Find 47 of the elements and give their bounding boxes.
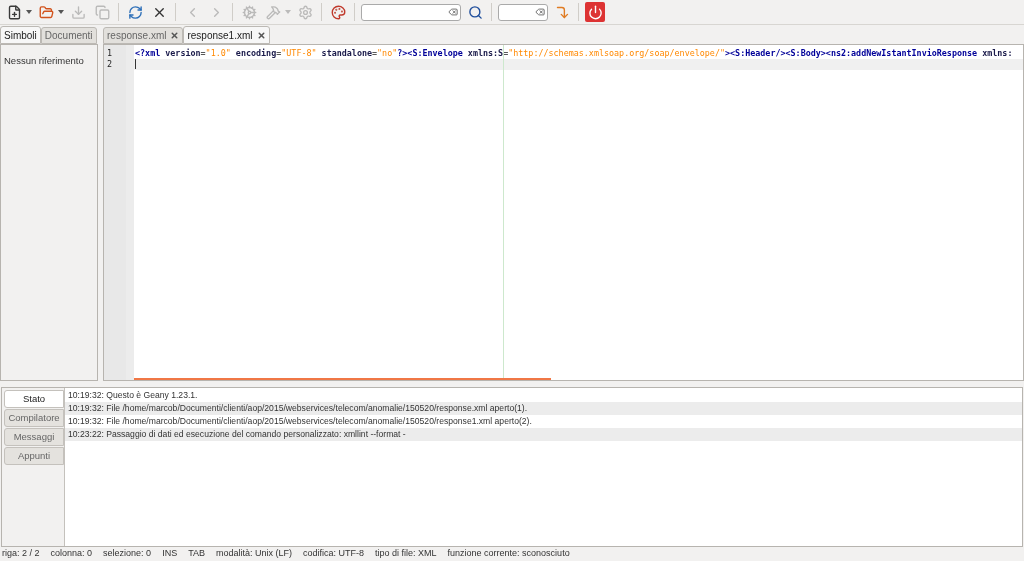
close-tab-icon[interactable] — [170, 31, 180, 40]
line-number: 1 — [106, 48, 114, 59]
status-field: funzione corrente: sconosciuto — [447, 547, 570, 561]
status-field: modalità: Unix (LF) — [216, 547, 292, 561]
message-tab[interactable]: Compilatore — [4, 409, 64, 427]
search-icon — [467, 4, 483, 20]
new-file-icon — [6, 4, 22, 20]
message-tab[interactable]: Messaggi — [4, 428, 64, 446]
status-field: colonna: 0 — [50, 547, 93, 561]
message-tab[interactable]: Appunti — [4, 447, 64, 465]
code-editor[interactable]: 1 2 <?xml version="1.0" encoding="UTF-8" standalone="no"?><S:Envelope xmlns:S="http://schemas.xmlsoap.org/soap/envelope/"><S:Header/><S:Body><ns2:addNewIstantInvioResponse xmlns: — [103, 44, 1024, 381]
color-chooser-icon — [330, 4, 346, 20]
status-field: TAB — [188, 547, 205, 561]
clear-icon[interactable] — [535, 7, 545, 17]
text-cursor — [135, 59, 136, 69]
sidebar-tab[interactable]: Documenti — [40, 27, 97, 44]
dropdown-caret-icon[interactable] — [58, 10, 64, 14]
line-number: 2 — [106, 59, 114, 70]
document-tab[interactable]: response.xml — [103, 27, 184, 44]
status-field: INS — [162, 547, 178, 561]
save-icon — [70, 4, 86, 20]
empty-symbols-text: Nessun riferimento — [4, 55, 84, 66]
status-field: tipo di file: XML — [375, 547, 437, 561]
folder-icon — [38, 4, 54, 20]
save-all-icon — [94, 4, 110, 20]
document-tab[interactable]: response1.xml — [183, 26, 270, 44]
status-field: codifica: UTF-8 — [303, 547, 365, 561]
dropdown-caret-icon[interactable] — [26, 10, 32, 14]
message-tab[interactable]: Stato — [4, 390, 64, 408]
horizontal-scrollbar[interactable] — [134, 378, 551, 380]
sidebar-tab[interactable]: Simboli — [0, 26, 41, 44]
clear-icon[interactable] — [448, 7, 458, 17]
status-message: 10:19:32: Questo è Geany 1.23.1. — [68, 389, 198, 402]
status-message: 10:19:32: File /home/marcob/Documenti/clienti/aop/2015/webservices/telecom/anomalie/150520/response1.xml aperto(2). — [68, 415, 532, 428]
power-icon — [587, 4, 603, 20]
build-icon — [265, 4, 281, 20]
status-field: riga: 2 / 2 — [2, 547, 40, 561]
power-button[interactable] — [585, 2, 605, 22]
status-message: 10:23:22: Passaggio di dati ed esecuzione del comando personalizzato: xmllint --format - — [68, 428, 406, 441]
status-message: 10:19:32: File /home/marcob/Documenti/clienti/aop/2015/webservices/telecom/anomalie/150520/response.xml aperto(1). — [68, 402, 528, 415]
code-line: <?xml version="1.0" encoding="UTF-8" standalone="no"?><S:Envelope xmlns:S="http://schemas.xmlsoap.org/soap/envelope/"><S:Header/><S:Body><ns2:addNewIstantInvioResponse xmlns: — [134, 48, 1013, 58]
search-field[interactable] — [361, 3, 461, 21]
goto-line-field[interactable] — [498, 3, 548, 21]
goto-icon — [554, 4, 570, 20]
status-field: selezione: 0 — [103, 547, 152, 561]
close-tab-icon[interactable] — [256, 30, 266, 40]
reload-icon — [127, 4, 143, 20]
